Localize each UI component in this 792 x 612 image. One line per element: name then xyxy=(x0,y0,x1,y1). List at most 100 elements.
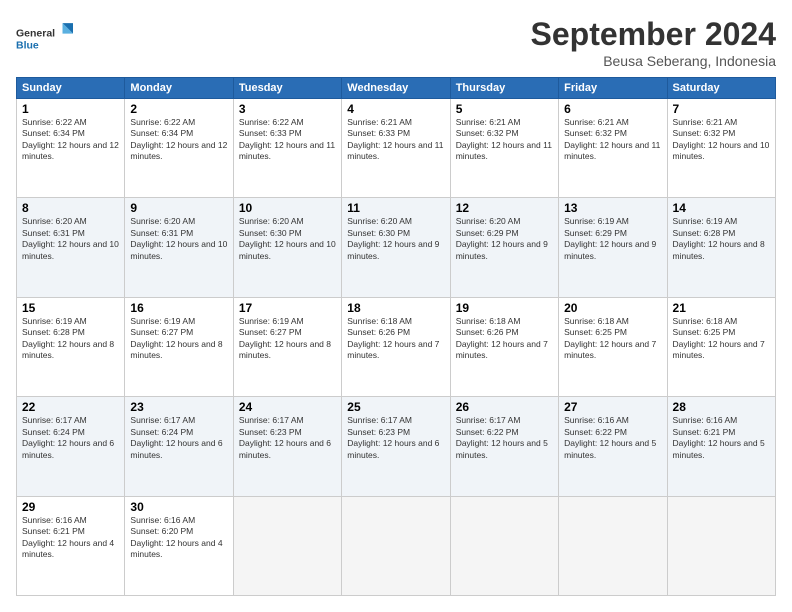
day-cell-29: 29Sunrise: 6:16 AMSunset: 6:21 PMDayligh… xyxy=(17,496,125,595)
day-number: 29 xyxy=(22,500,119,514)
day-cell-14: 14Sunrise: 6:19 AMSunset: 6:28 PMDayligh… xyxy=(667,198,775,297)
day-cell-8: 8Sunrise: 6:20 AMSunset: 6:31 PMDaylight… xyxy=(17,198,125,297)
calendar-week-row: 22Sunrise: 6:17 AMSunset: 6:24 PMDayligh… xyxy=(17,397,776,496)
day-info: Sunrise: 6:17 AMSunset: 6:24 PMDaylight:… xyxy=(130,415,227,461)
day-info: Sunrise: 6:20 AMSunset: 6:29 PMDaylight:… xyxy=(456,216,553,262)
day-info: Sunrise: 6:16 AMSunset: 6:21 PMDaylight:… xyxy=(22,515,119,561)
empty-cell xyxy=(342,496,450,595)
day-info: Sunrise: 6:19 AMSunset: 6:27 PMDaylight:… xyxy=(239,316,336,362)
day-cell-20: 20Sunrise: 6:18 AMSunset: 6:25 PMDayligh… xyxy=(559,297,667,396)
day-number: 8 xyxy=(22,201,119,215)
day-cell-7: 7Sunrise: 6:21 AMSunset: 6:32 PMDaylight… xyxy=(667,99,775,198)
day-cell-10: 10Sunrise: 6:20 AMSunset: 6:30 PMDayligh… xyxy=(233,198,341,297)
day-info: Sunrise: 6:17 AMSunset: 6:22 PMDaylight:… xyxy=(456,415,553,461)
calendar-week-row: 29Sunrise: 6:16 AMSunset: 6:21 PMDayligh… xyxy=(17,496,776,595)
day-cell-30: 30Sunrise: 6:16 AMSunset: 6:20 PMDayligh… xyxy=(125,496,233,595)
calendar-week-row: 8Sunrise: 6:20 AMSunset: 6:31 PMDaylight… xyxy=(17,198,776,297)
calendar-week-row: 15Sunrise: 6:19 AMSunset: 6:28 PMDayligh… xyxy=(17,297,776,396)
day-info: Sunrise: 6:19 AMSunset: 6:27 PMDaylight:… xyxy=(130,316,227,362)
day-number: 24 xyxy=(239,400,336,414)
day-cell-21: 21Sunrise: 6:18 AMSunset: 6:25 PMDayligh… xyxy=(667,297,775,396)
day-number: 27 xyxy=(564,400,661,414)
day-number: 2 xyxy=(130,102,227,116)
day-number: 11 xyxy=(347,201,444,215)
col-monday: Monday xyxy=(125,78,233,99)
day-cell-19: 19Sunrise: 6:18 AMSunset: 6:26 PMDayligh… xyxy=(450,297,558,396)
day-info: Sunrise: 6:21 AMSunset: 6:32 PMDaylight:… xyxy=(456,117,553,163)
day-number: 30 xyxy=(130,500,227,514)
day-info: Sunrise: 6:18 AMSunset: 6:26 PMDaylight:… xyxy=(456,316,553,362)
svg-text:Blue: Blue xyxy=(16,40,39,52)
calendar-week-row: 1 Sunrise: 6:22 AMSunset: 6:34 PMDaylight… xyxy=(17,99,776,198)
month-title: September 2024 xyxy=(531,16,776,53)
day-cell-1: 1Sunrise: 6:22 AMSunset: 6:34 PMDaylight… xyxy=(17,99,125,198)
col-tuesday: Tuesday xyxy=(233,78,341,99)
day-number: 9 xyxy=(130,201,227,215)
day-number: 18 xyxy=(347,301,444,315)
day-info: Sunrise: 6:19 AMSunset: 6:29 PMDaylight:… xyxy=(564,216,661,262)
day-cell-15: 15Sunrise: 6:19 AMSunset: 6:28 PMDayligh… xyxy=(17,297,125,396)
day-info: Sunrise: 6:20 AMSunset: 6:31 PMDaylight:… xyxy=(22,216,119,262)
svg-text:General: General xyxy=(16,28,55,40)
day-info: Sunrise: 6:21 AMSunset: 6:33 PMDaylight:… xyxy=(347,117,444,163)
day-number: 16 xyxy=(130,301,227,315)
day-cell-2: 2Sunrise: 6:22 AMSunset: 6:34 PMDaylight… xyxy=(125,99,233,198)
day-cell-23: 23Sunrise: 6:17 AMSunset: 6:24 PMDayligh… xyxy=(125,397,233,496)
day-cell-27: 27Sunrise: 6:16 AMSunset: 6:22 PMDayligh… xyxy=(559,397,667,496)
day-info: Sunrise: 6:21 AMSunset: 6:32 PMDaylight:… xyxy=(564,117,661,163)
day-number: 19 xyxy=(456,301,553,315)
day-number: 15 xyxy=(22,301,119,315)
day-info: Sunrise: 6:20 AMSunset: 6:30 PMDaylight:… xyxy=(239,216,336,262)
col-saturday: Saturday xyxy=(667,78,775,99)
day-number: 10 xyxy=(239,201,336,215)
logo-icon: General Blue xyxy=(16,16,76,61)
col-thursday: Thursday xyxy=(450,78,558,99)
day-number: 13 xyxy=(564,201,661,215)
day-number: 28 xyxy=(673,400,770,414)
day-number: 22 xyxy=(22,400,119,414)
day-number: 26 xyxy=(456,400,553,414)
day-number: 25 xyxy=(347,400,444,414)
empty-cell xyxy=(667,496,775,595)
day-cell-24: 24Sunrise: 6:17 AMSunset: 6:23 PMDayligh… xyxy=(233,397,341,496)
title-block: September 2024 Beusa Seberang, Indonesia xyxy=(531,16,776,69)
day-info: Sunrise: 6:17 AMSunset: 6:23 PMDaylight:… xyxy=(239,415,336,461)
day-number: 3 xyxy=(239,102,336,116)
location-subtitle: Beusa Seberang, Indonesia xyxy=(531,53,776,69)
day-cell-9: 9Sunrise: 6:20 AMSunset: 6:31 PMDaylight… xyxy=(125,198,233,297)
day-number: 14 xyxy=(673,201,770,215)
day-number: 6 xyxy=(564,102,661,116)
day-info: Sunrise: 6:20 AMSunset: 6:31 PMDaylight:… xyxy=(130,216,227,262)
empty-cell xyxy=(233,496,341,595)
day-cell-18: 18Sunrise: 6:18 AMSunset: 6:26 PMDayligh… xyxy=(342,297,450,396)
calendar-header-row: Sunday Monday Tuesday Wednesday Thursday… xyxy=(17,78,776,99)
day-info: Sunrise: 6:21 AMSunset: 6:32 PMDaylight:… xyxy=(673,117,770,163)
day-number: 5 xyxy=(456,102,553,116)
col-sunday: Sunday xyxy=(17,78,125,99)
day-info: Sunrise: 6:18 AMSunset: 6:25 PMDaylight:… xyxy=(673,316,770,362)
day-number: 17 xyxy=(239,301,336,315)
day-cell-12: 12Sunrise: 6:20 AMSunset: 6:29 PMDayligh… xyxy=(450,198,558,297)
day-cell-3: 3Sunrise: 6:22 AMSunset: 6:33 PMDaylight… xyxy=(233,99,341,198)
calendar-table: Sunday Monday Tuesday Wednesday Thursday… xyxy=(16,77,776,596)
day-info: Sunrise: 6:18 AMSunset: 6:25 PMDaylight:… xyxy=(564,316,661,362)
day-info: Sunrise: 6:22 AMSunset: 6:34 PMDaylight:… xyxy=(130,117,227,163)
day-cell-25: 25Sunrise: 6:17 AMSunset: 6:23 PMDayligh… xyxy=(342,397,450,496)
day-cell-16: 16Sunrise: 6:19 AMSunset: 6:27 PMDayligh… xyxy=(125,297,233,396)
day-number: 7 xyxy=(673,102,770,116)
day-number: 12 xyxy=(456,201,553,215)
day-info: Sunrise: 6:22 AMSunset: 6:33 PMDaylight:… xyxy=(239,117,336,163)
day-info: Sunrise: 6:19 AMSunset: 6:28 PMDaylight:… xyxy=(673,216,770,262)
day-info: Sunrise: 6:16 AMSunset: 6:21 PMDaylight:… xyxy=(673,415,770,461)
day-cell-6: 6Sunrise: 6:21 AMSunset: 6:32 PMDaylight… xyxy=(559,99,667,198)
day-cell-28: 28Sunrise: 6:16 AMSunset: 6:21 PMDayligh… xyxy=(667,397,775,496)
day-info: Sunrise: 6:16 AMSunset: 6:22 PMDaylight:… xyxy=(564,415,661,461)
day-cell-17: 17Sunrise: 6:19 AMSunset: 6:27 PMDayligh… xyxy=(233,297,341,396)
day-number: 21 xyxy=(673,301,770,315)
day-cell-13: 13Sunrise: 6:19 AMSunset: 6:29 PMDayligh… xyxy=(559,198,667,297)
empty-cell xyxy=(559,496,667,595)
day-number: 1 xyxy=(22,102,119,116)
day-info: Sunrise: 6:18 AMSunset: 6:26 PMDaylight:… xyxy=(347,316,444,362)
day-info: Sunrise: 6:17 AMSunset: 6:24 PMDaylight:… xyxy=(22,415,119,461)
day-number: 20 xyxy=(564,301,661,315)
